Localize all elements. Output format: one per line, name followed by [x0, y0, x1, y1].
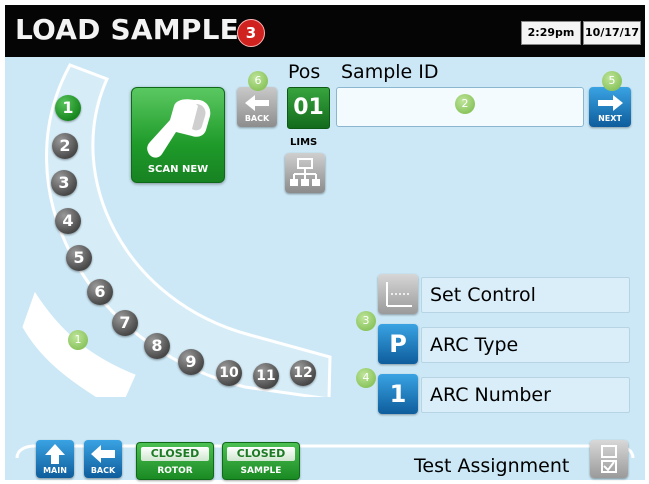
arc-number-field[interactable]: ARC Number [421, 377, 630, 413]
barcode-scanner-icon [147, 99, 211, 158]
arrow-up-icon [45, 444, 65, 464]
bottom-back-button[interactable]: BACK [84, 440, 122, 478]
lims-label: LIMS [290, 137, 318, 148]
rotor-status-button[interactable]: CLOSED ROTOR [136, 442, 214, 480]
header-bar: LOAD SAMPLE 3 2:29pm 10/17/17 [5, 5, 645, 57]
main-screen: 1 2 3 4 5 6 7 8 9 10 11 12 1 SCAN NEW BA… [5, 57, 645, 480]
rotor-label: ROTOR [157, 466, 193, 476]
bottom-back-label: BACK [90, 466, 116, 475]
rotor-status: CLOSED [141, 447, 209, 461]
lims-button[interactable] [285, 153, 325, 193]
checklist-icon [601, 445, 617, 473]
back-button[interactable]: BACK [237, 87, 277, 127]
pos-value: 01 [287, 87, 330, 129]
scan-new-button[interactable]: SCAN NEW [131, 87, 225, 183]
sample-id-label: Sample ID [341, 61, 439, 83]
rotor-slot-5[interactable]: 5 [66, 245, 92, 271]
arc-type-hint-badge: 3 [356, 311, 376, 331]
network-icon [290, 158, 320, 186]
date-display: 10/17/17 [583, 21, 641, 45]
arc-number-button[interactable]: 1 [378, 374, 418, 414]
scan-new-label: SCAN NEW [147, 164, 209, 175]
sample-label: SAMPLE [240, 466, 282, 476]
arc-type-button[interactable]: P [378, 324, 418, 364]
rotor-slot-4[interactable]: 4 [55, 208, 81, 234]
arrow-left-icon [91, 445, 115, 463]
rotor-slot-7[interactable]: 7 [112, 310, 138, 336]
chart-axes-icon [386, 282, 412, 307]
rotor-slot-10[interactable]: 10 [216, 360, 242, 386]
main-button[interactable]: MAIN [36, 440, 74, 478]
sample-status-button[interactable]: CLOSED SAMPLE [222, 442, 300, 480]
rotor-slot-12[interactable]: 12 [290, 360, 316, 386]
page-title: LOAD SAMPLE [15, 13, 239, 46]
rotor-slot-2[interactable]: 2 [52, 133, 78, 159]
rotor-slot-6[interactable]: 6 [87, 279, 113, 305]
pos-label: Pos [288, 61, 321, 83]
arc-type-field[interactable]: ARC Type [421, 327, 630, 363]
rotor-slot-11[interactable]: 11 [253, 363, 279, 389]
step-badge: 3 [237, 19, 265, 47]
arrow-right-icon [598, 95, 623, 111]
next-button[interactable]: NEXT [589, 87, 631, 127]
set-control-button[interactable] [378, 274, 418, 314]
sample-status: CLOSED [227, 447, 295, 461]
back-hint-badge: 6 [248, 71, 268, 91]
rotor-slot-8[interactable]: 8 [144, 333, 170, 359]
sample-id-hint-badge: 2 [455, 94, 475, 114]
rotor-slot-9[interactable]: 9 [178, 349, 204, 375]
main-label: MAIN [43, 466, 67, 475]
next-label: NEXT [598, 114, 622, 123]
rotor-hint-badge: 1 [68, 330, 88, 350]
arc-number-hint-badge: 4 [356, 368, 376, 388]
set-control-field[interactable]: Set Control [421, 277, 630, 313]
arrow-left-icon [245, 95, 269, 111]
rotor-slot-3[interactable]: 3 [51, 170, 77, 196]
back-label: BACK [244, 114, 270, 123]
time-display: 2:29pm [521, 21, 581, 45]
rotor-slot-1[interactable]: 1 [55, 95, 81, 121]
test-assignment-button[interactable] [590, 440, 628, 478]
next-hint-badge: 5 [602, 71, 622, 91]
test-assignment-label: Test Assignment [414, 455, 570, 477]
